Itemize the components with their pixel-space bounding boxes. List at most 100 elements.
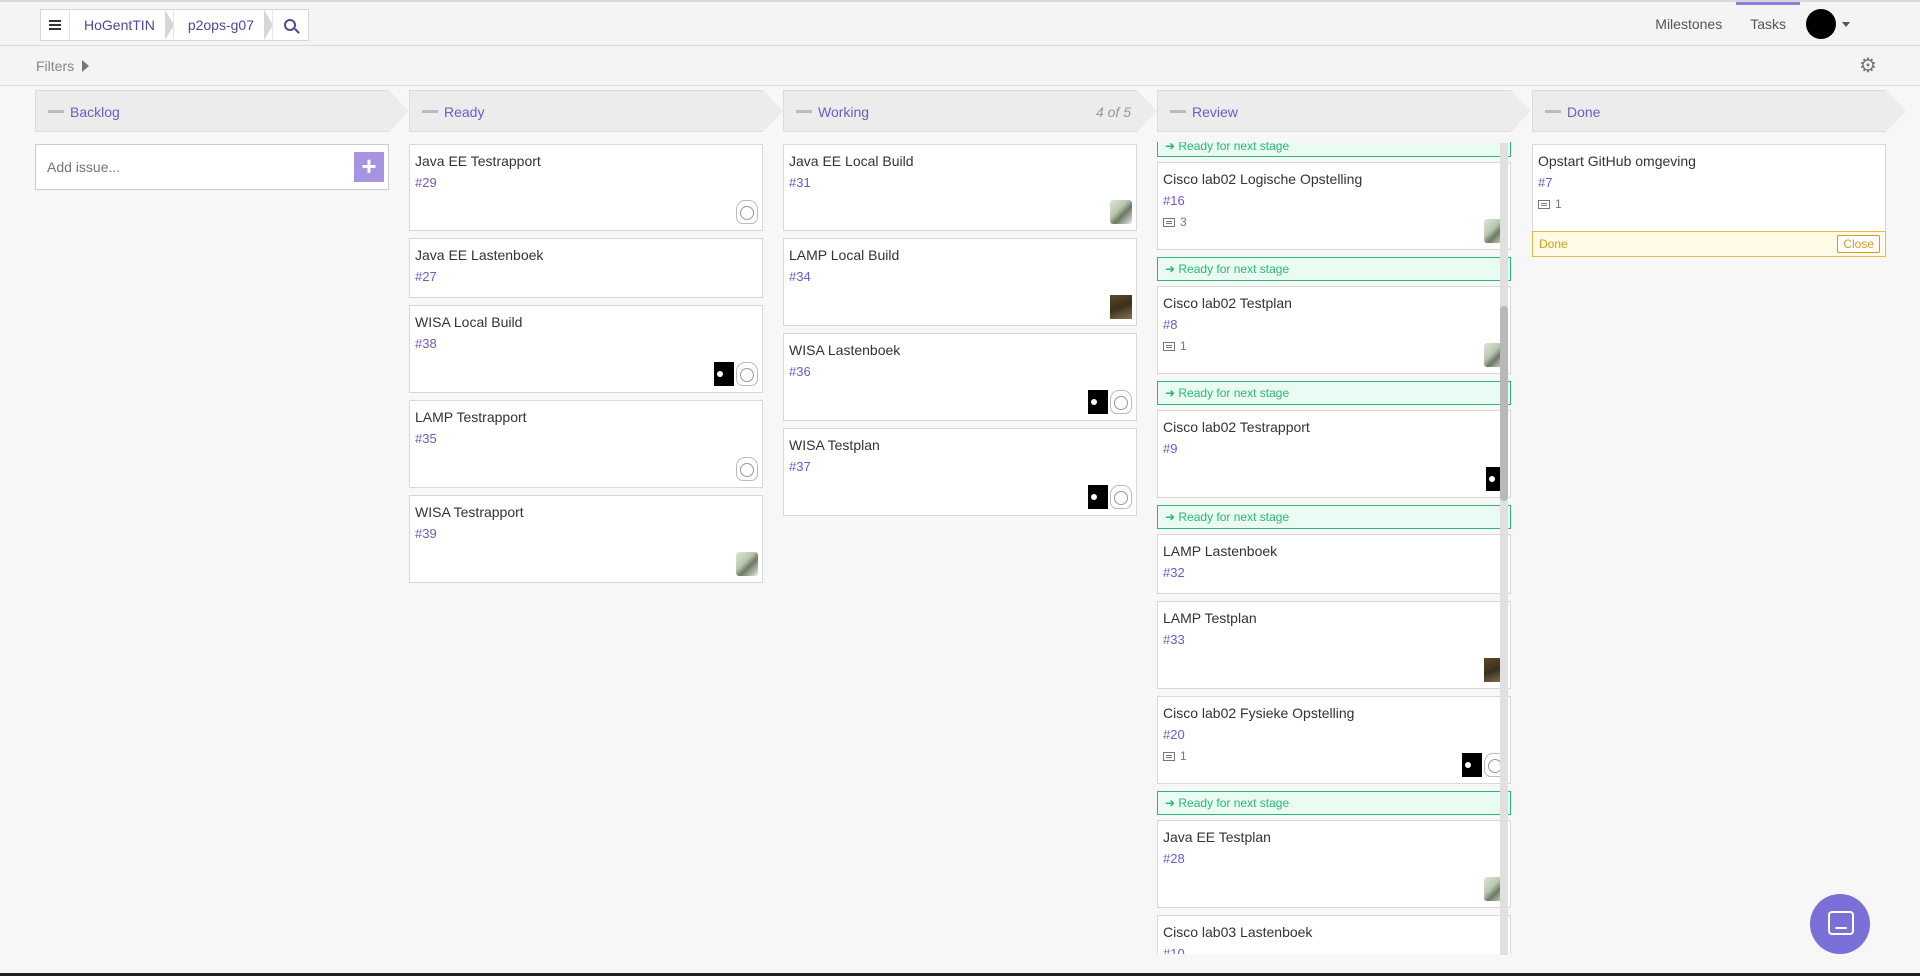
issue-number[interactable]: #9 <box>1163 441 1505 457</box>
issue-card[interactable]: LAMP Local Build #34 <box>783 238 1137 326</box>
issue-number[interactable]: #10 <box>1163 946 1505 954</box>
column-title: Working <box>818 104 870 120</box>
nav-tasks[interactable]: Tasks <box>1736 2 1800 46</box>
avatar[interactable] <box>736 200 758 224</box>
issue-number[interactable]: #29 <box>415 175 757 191</box>
scrollbar-thumb[interactable] <box>1500 306 1508 501</box>
add-issue-input[interactable] <box>36 145 336 189</box>
filters-label: Filters <box>36 58 75 74</box>
issue-number[interactable]: #39 <box>415 526 757 542</box>
issue-card[interactable]: WISA Testrapport #39 <box>409 495 763 583</box>
assignees <box>712 362 758 386</box>
hamburger-icon <box>49 20 61 30</box>
issue-card[interactable]: WISA Local Build #38 <box>409 305 763 393</box>
column-header[interactable]: Ready <box>409 90 783 132</box>
avatar[interactable] <box>1110 200 1132 224</box>
column-header[interactable]: Done <box>1532 90 1906 132</box>
avatar[interactable] <box>1088 485 1108 509</box>
issue-number[interactable]: #35 <box>415 431 757 447</box>
issue-number[interactable]: #27 <box>415 269 757 285</box>
chat-launcher-button[interactable] <box>1810 894 1870 954</box>
issue-number[interactable]: #8 <box>1163 317 1505 333</box>
issue-card[interactable]: Java EE Lastenboek #27 <box>409 238 763 298</box>
breadcrumb-org[interactable]: HoGentTIN <box>69 10 174 40</box>
card-title: Cisco lab02 Testplan <box>1163 295 1292 311</box>
breadcrumb: HoGentTIN p2ops-g07 <box>40 9 309 41</box>
avatar[interactable] <box>1110 390 1132 414</box>
column-header[interactable]: Working 4 of 5 <box>783 90 1157 132</box>
column-header[interactable]: Backlog <box>35 90 409 132</box>
card-title: Java EE Testplan <box>1163 829 1271 845</box>
gear-icon[interactable]: ⚙ <box>1858 56 1878 76</box>
filters-toggle[interactable]: Filters <box>36 58 90 74</box>
card-title: LAMP Lastenboek <box>1163 543 1278 559</box>
issue-number[interactable]: #28 <box>1163 851 1505 867</box>
issue-number[interactable]: #32 <box>1163 565 1505 581</box>
ready-for-next-stage[interactable]: ➜ Ready for next stage <box>1157 791 1511 815</box>
issue-card[interactable]: Cisco lab02 Testplan #8 1 <box>1157 286 1511 374</box>
issue-card[interactable]: Java EE Testplan #28 <box>1157 820 1511 908</box>
avatar[interactable] <box>736 362 758 386</box>
nav-milestones[interactable]: Milestones <box>1641 2 1736 46</box>
comment-count-value: 3 <box>1180 215 1187 229</box>
issue-number[interactable]: #33 <box>1163 632 1505 648</box>
assignees <box>734 552 758 576</box>
issue-number[interactable]: #7 <box>1538 175 1880 191</box>
card-title: Opstart GitHub omgeving <box>1538 153 1696 169</box>
issue-card[interactable]: Cisco lab03 Lastenboek #10 <box>1157 915 1511 954</box>
issue-number[interactable]: #20 <box>1163 727 1505 743</box>
issue-card[interactable]: LAMP Testrapport #35 <box>409 400 763 488</box>
ready-for-next-stage[interactable]: ➜ Ready for next stage <box>1157 142 1511 157</box>
issue-number[interactable]: #38 <box>415 336 757 352</box>
card-title: Cisco lab02 Fysieke Opstelling <box>1163 705 1355 721</box>
search-icon <box>284 19 297 31</box>
search-button[interactable] <box>271 10 308 40</box>
comment-count-value: 1 <box>1180 749 1187 763</box>
issue-card[interactable]: Cisco lab02 Testrapport #9 <box>1157 410 1511 498</box>
issue-card[interactable]: LAMP Lastenboek #32 <box>1157 534 1511 594</box>
issue-card[interactable]: Cisco lab02 Fysieke Opstelling #20 1 <box>1157 696 1511 784</box>
column-header[interactable]: Review <box>1157 90 1531 132</box>
add-issue-button[interactable]: + <box>354 152 384 182</box>
issue-card[interactable]: Opstart GitHub omgeving #7 1 <box>1532 144 1886 232</box>
comment-count-value: 1 <box>1555 197 1562 211</box>
comment-icon <box>1163 217 1175 227</box>
avatar[interactable] <box>736 552 758 576</box>
issue-number[interactable]: #36 <box>789 364 1131 380</box>
avatar[interactable] <box>1110 485 1132 509</box>
avatar[interactable] <box>736 457 758 481</box>
issue-card[interactable]: Cisco lab02 Logische Opstelling #16 3 <box>1157 162 1511 250</box>
review-scrollbar[interactable] <box>1500 143 1508 955</box>
issue-card[interactable]: Java EE Local Build #31 <box>783 144 1137 231</box>
issue-number[interactable]: #16 <box>1163 193 1505 209</box>
issue-number[interactable]: #37 <box>789 459 1131 475</box>
avatar[interactable] <box>1088 390 1108 414</box>
column-title: Backlog <box>70 104 120 120</box>
close-issue-button[interactable]: Close <box>1837 235 1880 253</box>
issue-card[interactable]: WISA Testplan #37 <box>783 428 1137 516</box>
avatar[interactable] <box>1462 753 1482 777</box>
card-list: Java EE Testrapport #29 Java EE Lastenbo… <box>409 144 763 583</box>
card-list: Java EE Local Build #31 LAMP Local Build… <box>783 144 1137 516</box>
issue-card[interactable]: Java EE Testrapport #29 <box>409 144 763 231</box>
issue-number[interactable]: #34 <box>789 269 1131 285</box>
issue-number[interactable]: #31 <box>789 175 1131 191</box>
ready-for-next-stage[interactable]: ➜ Ready for next stage <box>1157 505 1511 529</box>
top-nav: Milestones Tasks <box>1641 2 1800 46</box>
card-title: LAMP Local Build <box>789 247 900 263</box>
collapse-icon <box>422 110 438 113</box>
issue-card[interactable]: LAMP Testplan #33 <box>1157 601 1511 689</box>
assignees <box>734 457 758 481</box>
ready-for-next-stage[interactable]: ➜ Ready for next stage <box>1157 381 1511 405</box>
card-title: Java EE Local Build <box>789 153 914 169</box>
issue-card[interactable]: WISA Lastenboek #36 <box>783 333 1137 421</box>
comment-count: 1 <box>1163 749 1505 763</box>
user-menu[interactable] <box>1806 8 1850 40</box>
avatar[interactable] <box>1110 295 1132 319</box>
card-list: Opstart GitHub omgeving #7 1 Done Close <box>1532 144 1886 257</box>
menu-button[interactable] <box>41 10 69 40</box>
breadcrumb-repo[interactable]: p2ops-g07 <box>172 10 274 40</box>
card-title: LAMP Testplan <box>1163 610 1257 626</box>
avatar[interactable] <box>714 362 734 386</box>
ready-for-next-stage[interactable]: ➜ Ready for next stage <box>1157 257 1511 281</box>
